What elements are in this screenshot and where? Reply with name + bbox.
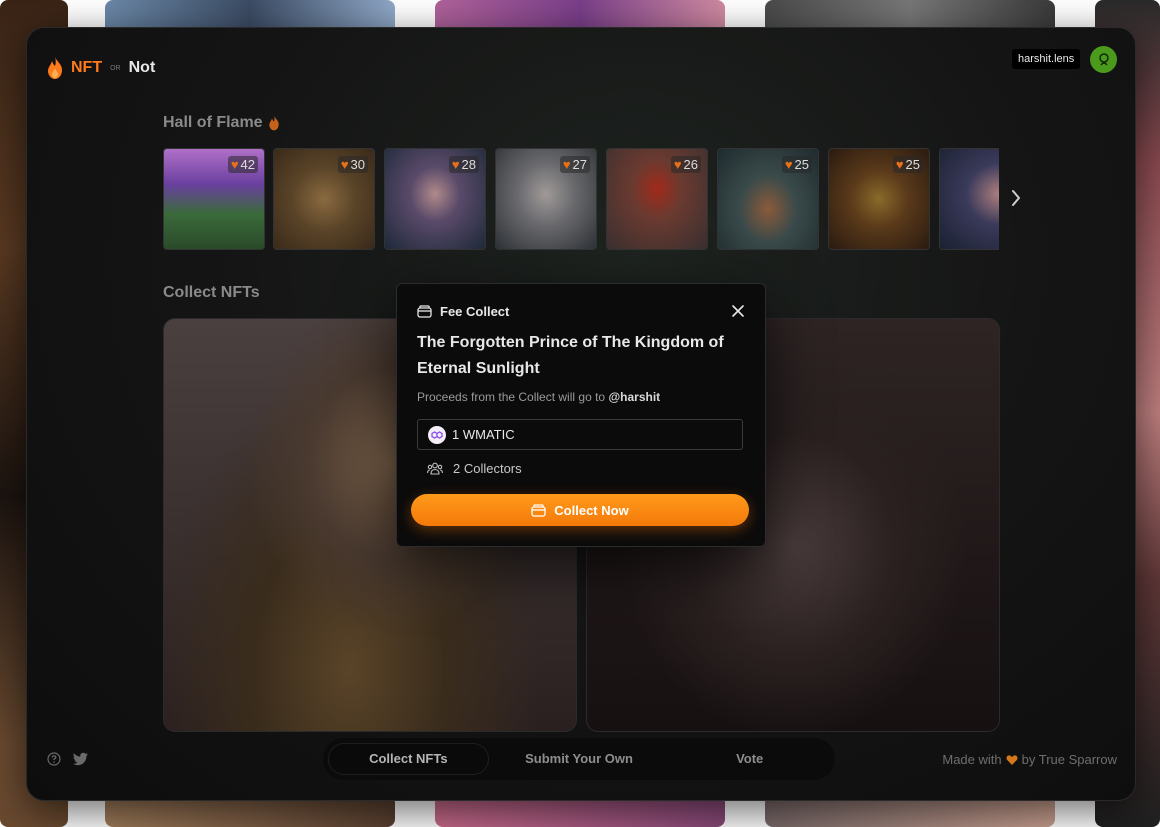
nav-submit-your-own[interactable]: Submit Your Own (500, 744, 659, 774)
username-chip[interactable]: harshit.lens (1012, 49, 1081, 69)
flame-icon: ♥ (562, 157, 571, 172)
collect-amount: 1 WMATIC (452, 427, 515, 442)
logo-or-text: OR (110, 64, 121, 72)
collect-now-button[interactable]: Collect Now (411, 494, 749, 526)
flame-icon: ♥ (340, 157, 349, 172)
nav-collect-nfts[interactable]: Collect NFTs (329, 744, 488, 774)
modal-header-title: Fee Collect (440, 304, 510, 319)
flame-count-badge: ♥ 26 (670, 156, 701, 173)
collectors-count-row: 2 Collectors (427, 461, 522, 476)
collect-now-label: Collect Now (554, 502, 629, 518)
collect-nfts-heading: Collect NFTs (163, 284, 260, 301)
flame-count: 42 (240, 157, 255, 172)
close-icon[interactable] (731, 304, 745, 318)
lens-avatar-icon (1098, 52, 1109, 65)
flame-icon: ♥ (895, 157, 904, 172)
hall-card[interactable]: ♥ 30 (273, 148, 375, 250)
app-logo[interactable]: NFT OR Not (45, 56, 155, 80)
logo-nft-text: NFT (71, 59, 103, 76)
made-with-credit[interactable]: Made with by True Sparrow (942, 752, 1117, 767)
wallet-icon (531, 503, 546, 517)
twitter-icon[interactable] (73, 752, 89, 766)
hall-card[interactable]: ♥ 42 (163, 148, 265, 250)
flame-count: 25 (794, 157, 809, 172)
hall-of-flame-heading: Hall of Flame (163, 114, 281, 132)
chevron-right-icon[interactable] (1009, 188, 1023, 208)
avatar[interactable] (1090, 46, 1117, 73)
flame-count: 26 (683, 157, 698, 172)
flame-count: 27 (572, 157, 587, 172)
hall-card[interactable]: ♥ 25 (717, 148, 819, 250)
proceeds-text: Proceeds from the Collect will go to @ha… (417, 390, 660, 404)
hall-card[interactable]: ♥ 28 (384, 148, 486, 250)
bottom-nav: Collect NFTs Submit Your Own Vote (323, 738, 835, 780)
fee-collect-modal: Fee Collect The Forgotten Prince of The … (396, 283, 766, 547)
flame-count: 28 (461, 157, 476, 172)
flame-icon (48, 57, 62, 79)
flame-count-badge: ♥ 25 (781, 156, 812, 173)
modal-header: Fee Collect (417, 304, 509, 319)
by-credit-text: by True Sparrow (1021, 752, 1117, 767)
hall-of-flame-title: Hall of Flame (163, 114, 263, 131)
footer-links (47, 752, 89, 766)
collectors-count: 2 Collectors (453, 461, 522, 476)
flame-icon: ♥ (451, 157, 460, 172)
proceeds-handle: @harshit (608, 390, 661, 404)
hall-card[interactable] (939, 148, 999, 250)
users-icon (427, 462, 443, 475)
flame-count-badge: ♥ 27 (559, 156, 590, 173)
hall-card[interactable]: ♥ 25 (828, 148, 930, 250)
flame-icon: ♥ (784, 157, 793, 172)
wallet-icon (417, 305, 432, 318)
flame-count: 25 (905, 157, 920, 172)
flame-count: 30 (350, 157, 365, 172)
flame-count-badge: ♥ 25 (892, 156, 923, 173)
logo-not-text: Not (128, 59, 156, 76)
hall-card[interactable]: ♥ 27 (495, 148, 597, 250)
flame-count-badge: ♥ 42 (227, 156, 258, 173)
collect-amount-field: 1 WMATIC (417, 419, 743, 450)
hall-of-flame-carousel: ♥ 42 ♥ 30 ♥ 28 ♥ 27 ♥ 26 ♥ 25 ♥ 25 (163, 148, 999, 250)
made-with-text: Made with (942, 752, 1002, 767)
help-icon[interactable] (47, 752, 61, 766)
hall-card[interactable]: ♥ 26 (606, 148, 708, 250)
flame-icon: ♥ (673, 157, 682, 172)
wmatic-token-icon (428, 425, 446, 444)
flame-icon (268, 115, 279, 131)
flame-icon: ♥ (230, 157, 239, 172)
flame-count-badge: ♥ 30 (337, 156, 368, 173)
heart-icon (1006, 754, 1018, 765)
nav-vote[interactable]: Vote (670, 744, 829, 774)
flame-count-badge: ♥ 28 (448, 156, 479, 173)
nft-title: The Forgotten Prince of The Kingdom of E… (417, 334, 724, 377)
proceeds-prefix: Proceeds from the Collect will go to (417, 390, 606, 404)
